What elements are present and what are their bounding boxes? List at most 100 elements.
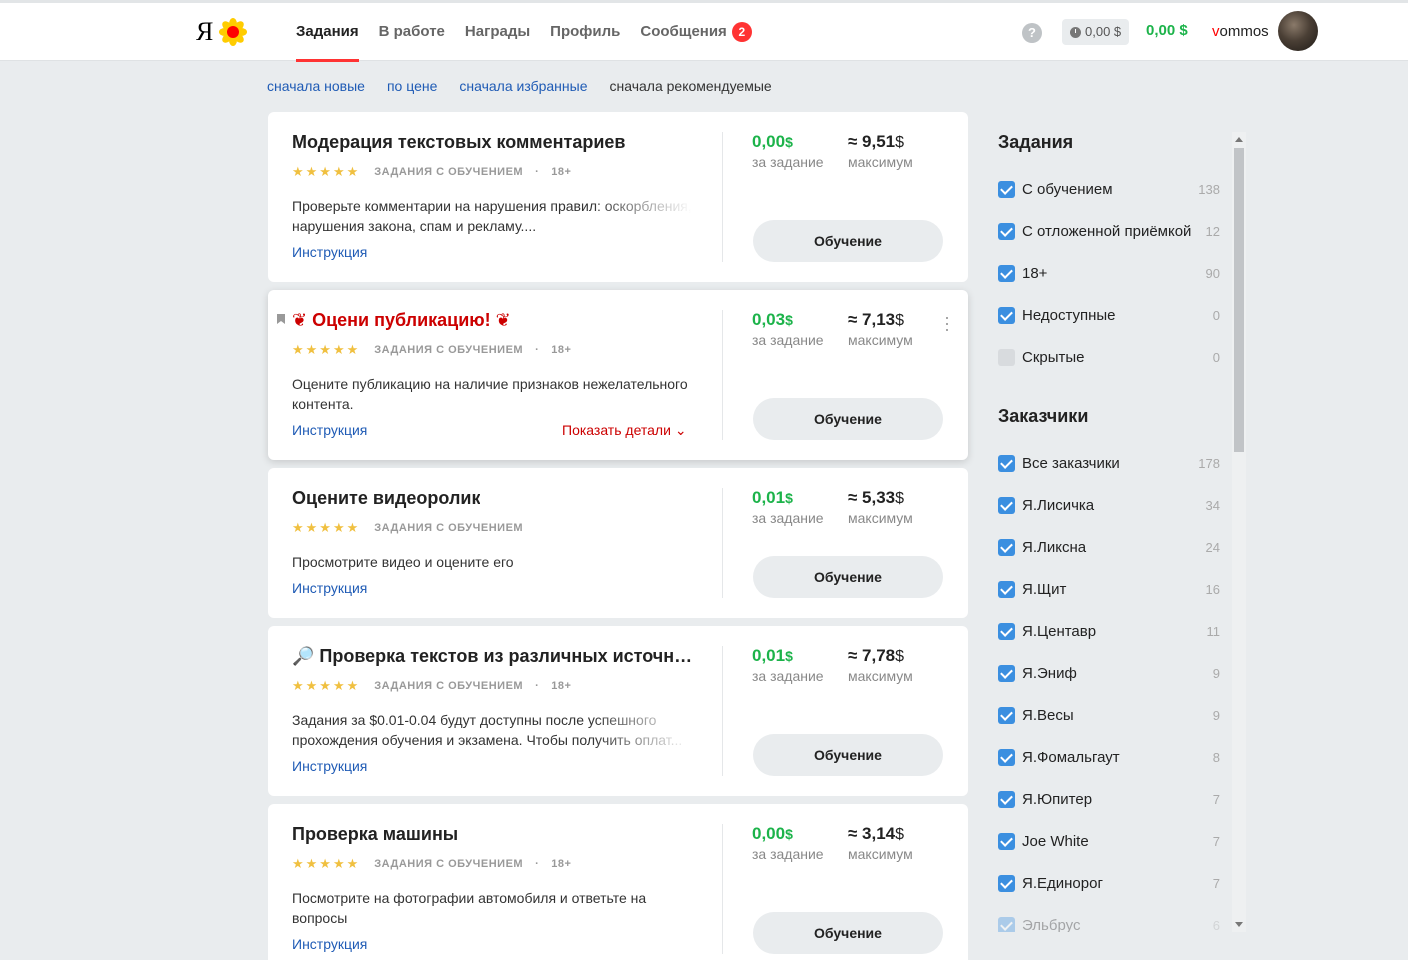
checkbox-icon[interactable] [998, 306, 1015, 324]
checkbox-icon[interactable] [998, 748, 1015, 766]
filter-label: Я.Юпитер [1022, 790, 1093, 808]
checkbox-icon[interactable] [998, 580, 1015, 598]
username[interactable]: vommos [1212, 23, 1269, 40]
nav-tasks[interactable]: Задания [296, 3, 359, 62]
scroll-thumb[interactable] [1234, 148, 1244, 452]
task-card[interactable]: ❦ Оцени публикацию! ❦ ★★★★★ ЗАДАНИЯ С ОБ… [268, 290, 968, 460]
checkbox-icon[interactable] [998, 790, 1015, 808]
filter-count: 7 [1212, 791, 1220, 807]
rating-stars: ★★★★★ [292, 342, 361, 357]
task-card[interactable]: Оцените видеоролик ★★★★★ ЗАДАНИЯ С ОБУЧЕ… [268, 468, 968, 618]
filter-customer[interactable]: Я.Щит 16 [998, 579, 1220, 599]
filter-customer[interactable]: Все заказчики 178 [998, 453, 1220, 473]
scroll-up-icon[interactable] [1235, 137, 1243, 142]
price-label: за задание [752, 668, 824, 684]
task-tag: ЗАДАНИЯ С ОБУЧЕНИЕМ [374, 344, 524, 356]
task-card[interactable]: Модерация текстовых комментариев ★★★★★ З… [268, 112, 968, 282]
filter-label: С обучением [1022, 180, 1113, 198]
bookmark-icon[interactable] [277, 314, 285, 324]
sort-favorites[interactable]: сначала избранные [459, 78, 587, 94]
nav-rewards[interactable]: Награды [465, 3, 530, 61]
filter-count: 7 [1212, 875, 1220, 891]
nav-profile[interactable]: Профиль [550, 3, 620, 61]
instruction-link[interactable]: Инструкция [292, 580, 367, 596]
filter-hidden[interactable]: Скрытые 0 [998, 347, 1220, 367]
training-button[interactable]: Обучение [753, 734, 943, 776]
checkbox-icon[interactable] [998, 538, 1015, 556]
checkbox-icon[interactable] [998, 664, 1015, 682]
filter-count: 90 [1205, 265, 1220, 281]
filter-label: Скрытые [1022, 348, 1085, 366]
filter-count: 34 [1205, 497, 1220, 513]
instruction-link[interactable]: Инструкция [292, 758, 367, 774]
checkbox-icon[interactable] [998, 832, 1015, 850]
sort-recommended[interactable]: сначала рекомендуемые [610, 78, 772, 94]
filter-count: 11 [1206, 623, 1221, 639]
checkbox-icon[interactable] [998, 622, 1015, 640]
max-currency: $ [895, 826, 905, 843]
task-title[interactable]: 🔎 Проверка текстов из различных источни.… [292, 646, 698, 667]
logo[interactable]: Я [196, 17, 249, 47]
task-title[interactable]: Оцените видеоролик [292, 488, 480, 509]
checkbox-icon[interactable] [998, 874, 1015, 892]
checkbox-icon[interactable] [998, 264, 1015, 282]
avatar[interactable] [1278, 11, 1318, 51]
more-options-icon[interactable]: · · · [944, 308, 950, 338]
filter-unavailable[interactable]: Недоступные 0 [998, 305, 1220, 325]
task-card[interactable]: Проверка машины ★★★★★ ЗАДАНИЯ С ОБУЧЕНИЕ… [268, 804, 968, 960]
task-title[interactable]: Модерация текстовых комментариев [292, 132, 625, 153]
sort-newest[interactable]: сначала новые [267, 78, 365, 94]
training-button[interactable]: Обучение [753, 912, 943, 954]
show-details-link[interactable]: Показать детали ⌄ [562, 422, 687, 439]
pending-balance[interactable]: 0,00 $ [1062, 19, 1130, 45]
task-description: Оцените публикацию на наличие признаков … [292, 376, 688, 412]
price-per-task: 0,01$ за задание [752, 646, 824, 684]
filter-label: Я.Ликсна [1022, 538, 1087, 556]
filter-customer[interactable]: Я.Центавр 11 [998, 621, 1220, 641]
sidebar-scrollbar[interactable] [1232, 132, 1246, 932]
filter-label: Joe White [1022, 832, 1089, 850]
card-divider [722, 824, 723, 954]
filter-customer[interactable]: Я.Весы 9 [998, 705, 1220, 725]
checkbox-icon[interactable] [998, 348, 1015, 366]
checkbox-icon[interactable] [998, 222, 1015, 240]
filter-with-training[interactable]: С обучением 138 [998, 179, 1220, 199]
checkbox-icon[interactable] [998, 916, 1015, 932]
price-per-task: 0,03$ за задание [752, 310, 824, 348]
instruction-link[interactable]: Инструкция [292, 244, 367, 260]
filter-adult[interactable]: 18+ 90 [998, 263, 1220, 283]
task-card[interactable]: 🔎 Проверка текстов из различных источни.… [268, 626, 968, 796]
checkbox-icon[interactable] [998, 454, 1015, 472]
nav-profile-label: Профиль [550, 23, 621, 40]
checkbox-icon[interactable] [998, 180, 1015, 198]
filter-customer[interactable]: Я.Лисичка 34 [998, 495, 1220, 515]
filter-customer[interactable]: Я.Единорог 7 [998, 873, 1220, 893]
checkbox-icon[interactable] [998, 496, 1015, 514]
scroll-down-icon[interactable] [1235, 922, 1243, 927]
nav-in-progress[interactable]: В работе [379, 3, 445, 61]
instruction-link[interactable]: Инструкция [292, 936, 367, 952]
filter-customer[interactable]: Эльбрус 6 [998, 915, 1220, 932]
filter-customer[interactable]: Joe White 7 [998, 831, 1220, 851]
filter-customer[interactable]: Я.Ликсна 24 [998, 537, 1220, 557]
filter-delayed-acceptance[interactable]: С отложенной приёмкой 12 [998, 221, 1220, 241]
checkbox-icon[interactable] [998, 706, 1015, 724]
filter-customer[interactable]: Я.Эниф 9 [998, 663, 1220, 683]
filter-customer[interactable]: Я.Фомальгаут 8 [998, 747, 1220, 767]
training-button[interactable]: Обучение [753, 220, 943, 262]
main-nav: Задания В работе Награды Профиль Сообщен… [296, 3, 772, 62]
task-title[interactable]: ❦ Оцени публикацию! ❦ [292, 310, 511, 331]
training-button[interactable]: Обучение [753, 398, 943, 440]
nav-rewards-label: Награды [464, 23, 531, 40]
balance[interactable]: 0,00 $ [1146, 22, 1188, 39]
nav-in-progress-label: В работе [378, 23, 445, 40]
filter-customer[interactable]: Я.Юпитер 7 [998, 789, 1220, 809]
max-earnings: ≈ 3,14$ максимум [848, 824, 913, 862]
help-icon[interactable]: ? [1022, 23, 1042, 43]
sort-price[interactable]: по цене [387, 78, 437, 94]
training-button[interactable]: Обучение [753, 556, 943, 598]
filter-count: 6 [1212, 917, 1220, 933]
instruction-link[interactable]: Инструкция [292, 422, 367, 438]
nav-messages[interactable]: Сообщения 2 [640, 3, 752, 61]
task-title[interactable]: Проверка машины [292, 824, 458, 845]
